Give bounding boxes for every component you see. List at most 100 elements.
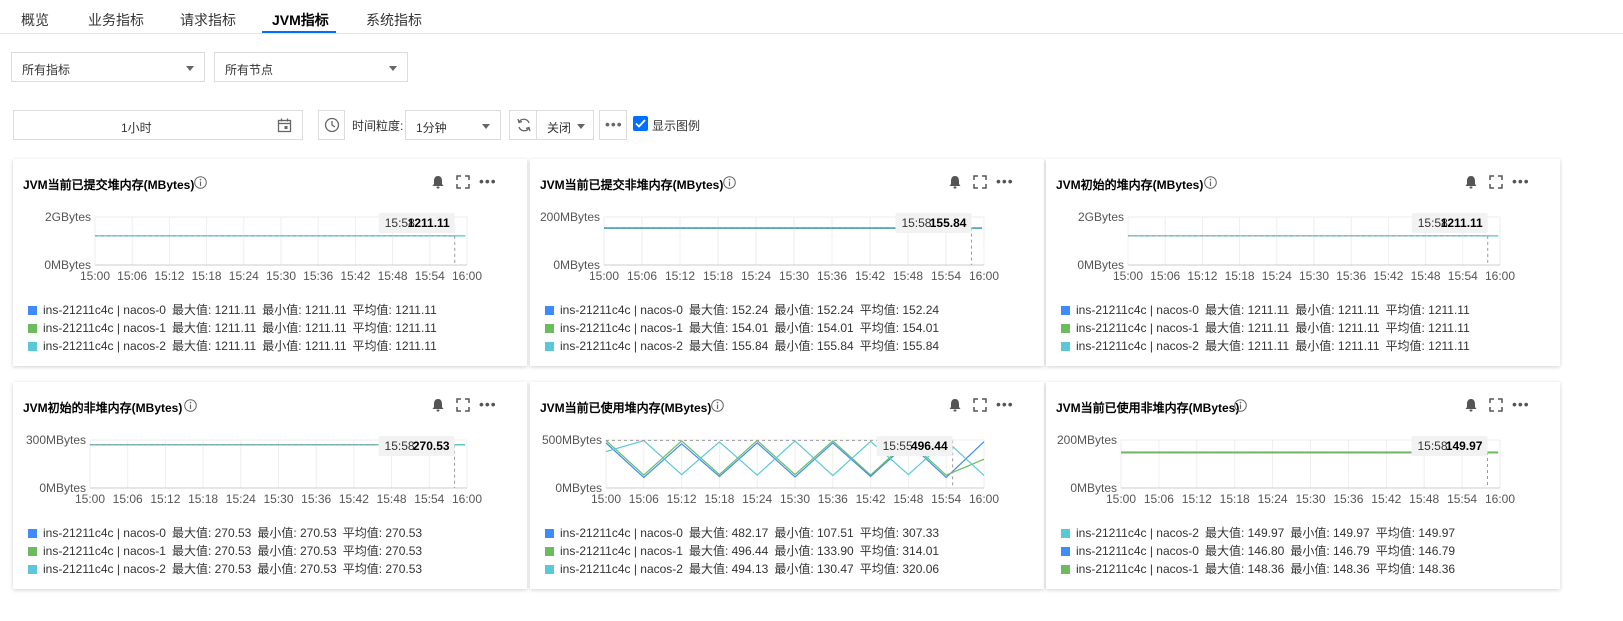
- legend-min: 最小值: 152.24: [774, 303, 854, 317]
- legend-avg: 平均值: 270.53: [342, 526, 423, 540]
- tab-jvm-metrics[interactable]: JVM指标: [272, 10, 329, 30]
- legend-item[interactable]: ins-21211c4c | nacos-0 最大值: 1211.11 最小值: 1…: [1061, 301, 1476, 319]
- tooltip-value: 1211.11: [1441, 216, 1483, 230]
- fullscreen-icon[interactable]: [455, 174, 471, 190]
- legend-item[interactable]: ins-21211c4c | nacos-1 最大值: 154.01 最小值: 15…: [545, 319, 945, 337]
- node-select[interactable]: 所有节点: [214, 52, 408, 82]
- legend-item[interactable]: ins-21211c4c | nacos-1 最大值: 270.53 最小值: 27…: [28, 542, 428, 560]
- legend-item[interactable]: ins-21211c4c | nacos-0 最大值: 152.24 最小值: 15…: [545, 301, 945, 319]
- legend-item[interactable]: ins-21211c4c | nacos-2 最大值: 494.13 最小值: 13…: [545, 560, 945, 578]
- bell-icon[interactable]: [430, 174, 446, 190]
- more-icon[interactable]: •••: [479, 173, 497, 189]
- fullscreen-icon[interactable]: [1488, 174, 1504, 190]
- legend-min: 最小值: 1211.11: [1295, 303, 1380, 317]
- legend-min: 最小值: 130.47: [774, 562, 854, 576]
- metric-select[interactable]: 所有指标: [11, 52, 205, 82]
- fullscreen-icon[interactable]: [455, 397, 471, 413]
- legend-item[interactable]: ins-21211c4c | nacos-0 最大值: 270.53 最小值: 27…: [28, 524, 428, 542]
- bell-icon[interactable]: [947, 397, 963, 413]
- x-tick-label: 15:42: [339, 492, 369, 506]
- legend-item[interactable]: ins-21211c4c | nacos-2 最大值: 149.97 最小值: 14…: [1061, 524, 1461, 542]
- x-tick-label: 15:42: [1373, 269, 1403, 283]
- more-icon[interactable]: •••: [479, 396, 497, 412]
- legend-item[interactable]: ins-21211c4c | nacos-1 最大值: 1211.11 最小值: 1…: [1061, 319, 1476, 337]
- line-chart: 15:00 15:06 15:12 15:18 15:24 15:30 15:36 15:42…: [542, 433, 999, 506]
- legend-swatch: [28, 324, 37, 333]
- fullscreen-icon[interactable]: [1488, 397, 1504, 413]
- more-icon[interactable]: •••: [996, 396, 1014, 412]
- fullscreen-icon[interactable]: [972, 397, 988, 413]
- legend-max: 最大值: 149.97: [1204, 526, 1285, 540]
- x-tick-label: 15:24: [1262, 269, 1292, 283]
- legend-item[interactable]: ins-21211c4c | nacos-0 最大值: 146.80 最小值: 14…: [1061, 542, 1461, 560]
- legend-item[interactable]: ins-21211c4c | nacos-1 最大值: 1211.11 最小值: 1…: [28, 319, 443, 337]
- fullscreen-icon[interactable]: [972, 174, 988, 190]
- x-tick-label: 15:30: [780, 492, 810, 506]
- more-icon[interactable]: •••: [996, 173, 1014, 189]
- tooltip-value: 270.53: [413, 439, 450, 453]
- legend-item[interactable]: ins-21211c4c | nacos-2 最大值: 1211.11 最小值: 1…: [28, 337, 443, 355]
- refresh-icon: [517, 118, 531, 132]
- tab-overview[interactable]: 概览: [21, 10, 49, 30]
- legend-item[interactable]: ins-21211c4c | nacos-0 最大值: 1211.11 最小值: 1…: [28, 301, 443, 319]
- legend-max: 最大值: 154.01: [688, 321, 769, 335]
- x-tick-label: 15:30: [779, 269, 809, 283]
- time-range-picker[interactable]: 1小时: [13, 110, 303, 140]
- legend-item[interactable]: ins-21211c4c | nacos-1 最大值: 148.36 最小值: 14…: [1061, 560, 1461, 578]
- bell-icon[interactable]: [1463, 174, 1479, 190]
- tab-business-metrics[interactable]: 业务指标: [88, 10, 144, 30]
- info-icon[interactable]: [1234, 399, 1247, 412]
- line-chart: 15:00 15:06 15:12 15:18 15:24 15:30 15:36 15:42…: [1057, 433, 1515, 506]
- info-icon[interactable]: [1204, 176, 1217, 189]
- info-icon[interactable]: [184, 399, 197, 412]
- legend-item[interactable]: ins-21211c4c | nacos-2 最大值: 1211.11 最小值: 1…: [1061, 337, 1476, 355]
- tooltip-value: 149.97: [1446, 439, 1483, 453]
- x-tick-label: 15:54: [414, 492, 444, 506]
- granularity-select[interactable]: 1分钟: [405, 110, 501, 140]
- line-chart: 15:00 15:06 15:12 15:18 15:24 15:30 15:36 15:42…: [44, 210, 482, 283]
- legend-swatch: [545, 306, 554, 315]
- legend-min: 最小值: 1211.11: [1295, 321, 1380, 335]
- line-chart: 15:00 15:06 15:12 15:18 15:24 15:30 15:36 15:42…: [1077, 210, 1515, 283]
- y-tick-label: 0MBytes: [1077, 258, 1124, 272]
- legend-swatch: [28, 529, 37, 538]
- x-tick-label: 15:54: [931, 492, 961, 506]
- chart-legend: ins-21211c4c | nacos-0 最大值: 482.17 最小值: 10…: [545, 524, 945, 578]
- chart-legend: ins-21211c4c | nacos-0 最大值: 152.24 最小值: 15…: [545, 301, 945, 355]
- granularity-label: 时间粒度:: [352, 119, 404, 133]
- legend-series-name: ins-21211c4c | nacos-1: [1076, 562, 1199, 576]
- x-tick-label: 15:12: [150, 492, 180, 506]
- check-icon: [635, 119, 646, 128]
- info-icon[interactable]: [194, 176, 207, 189]
- legend-min: 最小值: 154.01: [774, 321, 854, 335]
- card-title: JVM当前已使用非堆内存(MBytes): [1056, 401, 1240, 415]
- info-icon[interactable]: [723, 176, 736, 189]
- legend-item[interactable]: ins-21211c4c | nacos-0 最大值: 482.17 最小值: 10…: [545, 524, 945, 542]
- bell-icon[interactable]: [1463, 397, 1479, 413]
- legend-swatch: [1061, 529, 1070, 538]
- more-options-button[interactable]: •••: [599, 110, 627, 140]
- tab-system-metrics[interactable]: 系统指标: [366, 10, 422, 30]
- legend-swatch: [545, 324, 554, 333]
- bell-icon[interactable]: [947, 174, 963, 190]
- chevron-down-icon: [186, 66, 194, 71]
- x-tick-label: 15:30: [1295, 492, 1325, 506]
- x-tick-label: 15:12: [667, 492, 697, 506]
- legend-item[interactable]: ins-21211c4c | nacos-1 最大值: 496.44 最小值: 13…: [545, 542, 945, 560]
- auto-refresh-select[interactable]: 关闭: [536, 110, 594, 140]
- show-legend-checkbox[interactable]: [633, 116, 648, 131]
- refresh-button[interactable]: [509, 110, 537, 140]
- legend-series-name: ins-21211c4c | nacos-0: [43, 303, 166, 317]
- more-icon[interactable]: •••: [1512, 396, 1530, 412]
- x-tick-label: 15:48: [893, 269, 923, 283]
- more-icon[interactable]: •••: [1512, 173, 1530, 189]
- tab-request-metrics[interactable]: 请求指标: [180, 10, 236, 30]
- clock-button[interactable]: [318, 110, 345, 140]
- bell-icon[interactable]: [430, 397, 446, 413]
- info-icon[interactable]: [711, 399, 724, 412]
- chevron-down-icon: [389, 66, 397, 71]
- legend-item[interactable]: ins-21211c4c | nacos-2 最大值: 155.84 最小值: 15…: [545, 337, 945, 355]
- legend-series-name: ins-21211c4c | nacos-1: [560, 544, 683, 558]
- chevron-down-icon: [577, 124, 585, 129]
- legend-item[interactable]: ins-21211c4c | nacos-2 最大值: 270.53 最小值: 27…: [28, 560, 428, 578]
